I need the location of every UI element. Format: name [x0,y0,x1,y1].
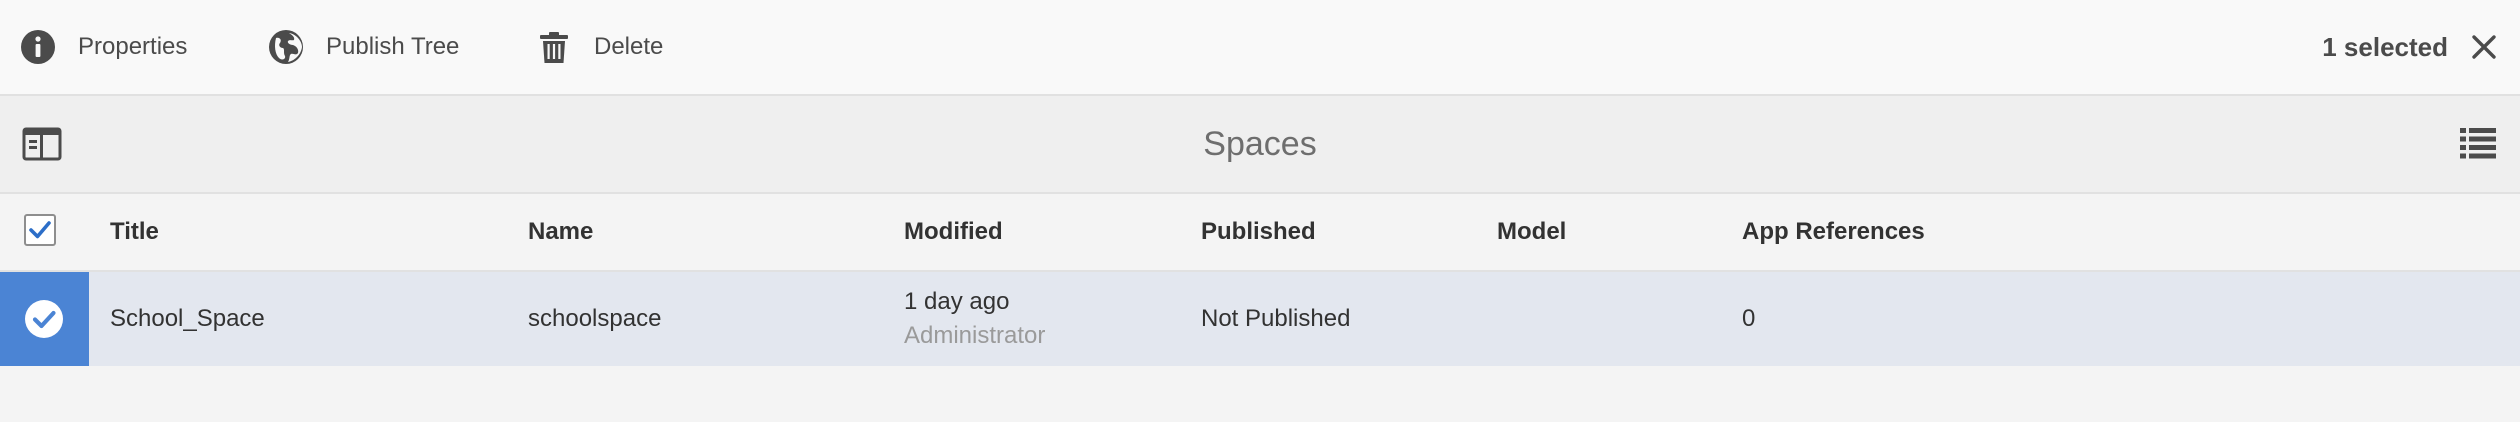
checkmark-icon [29,221,51,239]
close-icon[interactable] [2470,33,2498,61]
globe-icon [269,30,303,64]
cell-title: School_Space [110,305,265,332]
trash-icon [540,32,568,63]
column-header-app-references[interactable]: App References [1742,194,1925,270]
cell-name: schoolspace [528,305,662,332]
page-title: Spaces [1203,125,1317,163]
delete-label: Delete [594,33,664,60]
cell-app-references: 0 [1742,305,1756,332]
table-row[interactable]: School_Space schoolspace 1 day ago Admin… [0,272,2520,366]
cell-modified: 1 day ago Administrator [904,288,1045,350]
list-view-icon[interactable] [2460,126,2496,160]
delete-button[interactable]: Delete [536,0,663,94]
row-select-checkbox[interactable] [0,272,89,366]
publish-tree-button[interactable]: Publish Tree [268,0,459,94]
column-header-modified[interactable]: Modified [904,194,1003,270]
selection-count: 1 selected [2322,31,2448,62]
modified-by: Administrator [904,322,1046,349]
publish-tree-label: Publish Tree [326,33,460,60]
info-icon [21,30,55,64]
modified-time: 1 day ago [904,288,1010,315]
properties-button[interactable]: Properties [20,0,187,94]
column-header-model[interactable]: Model [1497,194,1566,270]
action-bar: Properties Publish Tree Delete 1 selecte… [0,0,2520,96]
title-bar: Spaces [0,96,2520,194]
selection-status: 1 selected [2322,0,2498,94]
cell-published: Not Published [1201,305,1351,332]
column-header-published[interactable]: Published [1201,194,1316,270]
select-all-checkbox[interactable] [24,214,56,246]
table-header: Title Name Modified Published Model App … [0,194,2520,272]
properties-label: Properties [78,33,188,60]
column-header-title[interactable]: Title [110,194,159,270]
check-circle-icon [25,300,63,338]
column-header-name[interactable]: Name [528,194,593,270]
